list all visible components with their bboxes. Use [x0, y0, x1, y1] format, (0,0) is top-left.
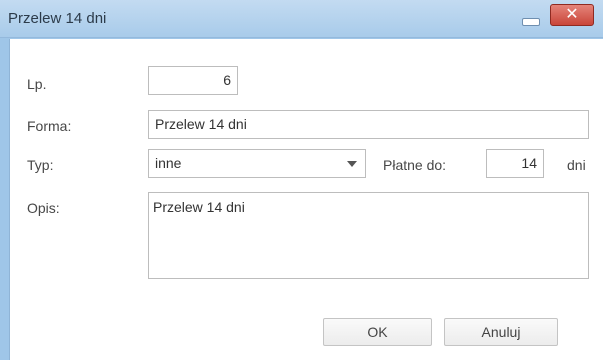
- minimize-icon[interactable]: [522, 18, 540, 26]
- opis-textarea[interactable]: Przelew 14 dni: [148, 192, 589, 279]
- forma-label: Forma:: [27, 118, 72, 134]
- typ-select[interactable]: inne: [148, 149, 366, 178]
- window-title: Przelew 14 dni: [8, 10, 107, 27]
- cancel-button[interactable]: Anuluj: [444, 318, 558, 346]
- platne-do-field[interactable]: 14: [486, 149, 544, 178]
- platne-do-label: Płatne do:: [383, 157, 447, 173]
- typ-selected-value: inne: [155, 155, 182, 171]
- dni-label: dni: [567, 157, 586, 173]
- title-bar[interactable]: Przelew 14 dni ✕: [0, 0, 603, 38]
- ok-button[interactable]: OK: [323, 318, 432, 346]
- dialog-body: Lp. 6 Forma: Przelew 14 dni Typ: inne Pł…: [9, 39, 603, 360]
- lp-label: Lp.: [27, 76, 47, 92]
- typ-label: Typ:: [27, 157, 54, 173]
- close-icon[interactable]: ✕: [550, 4, 594, 26]
- dialog-window: Przelew 14 dni ✕ Lp. 6 Forma: Przelew 14…: [0, 0, 603, 360]
- forma-field[interactable]: Przelew 14 dni: [148, 110, 589, 139]
- chevron-down-icon[interactable]: [347, 161, 357, 167]
- opis-label: Opis:: [27, 200, 60, 216]
- lp-field[interactable]: 6: [148, 66, 238, 95]
